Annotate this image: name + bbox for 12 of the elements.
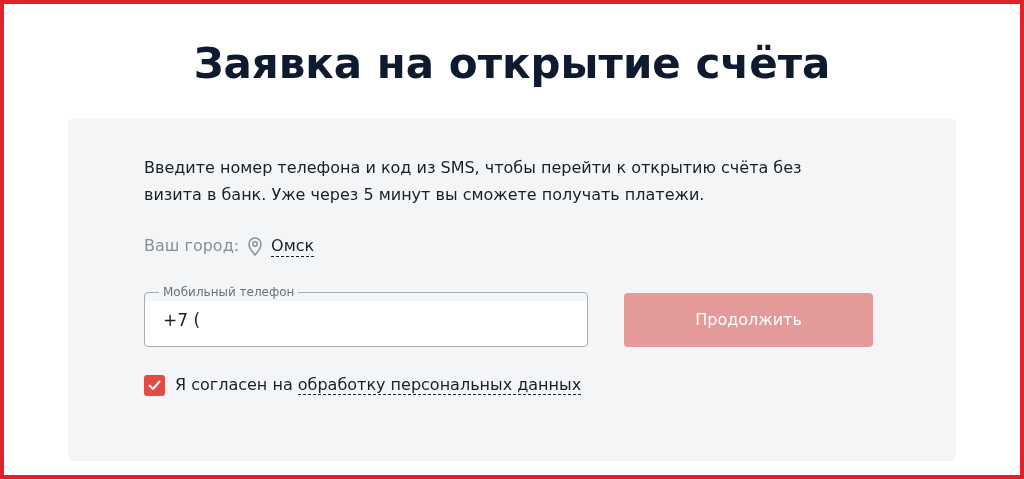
phone-value: +7 ( <box>162 309 201 333</box>
location-pin-icon <box>247 236 264 256</box>
phone-field[interactable]: Мобильный телефон +7 ( <box>144 284 588 347</box>
consent-text: Я согласен на обработку персональных данных <box>175 374 582 397</box>
field-label: Мобильный телефон <box>162 284 296 300</box>
consent-checkbox[interactable] <box>144 374 165 396</box>
city-link[interactable]: Омск <box>271 235 315 257</box>
personal-data-link[interactable]: обработку персональных данных <box>297 375 582 395</box>
intro-text: Введите номер телефона и код из SMS, чтобы перейти к открытию счёта без визита в банк. Уже через 5 минут вы сможете получать платежи. <box>144 157 803 206</box>
city-label: Ваш город: <box>144 235 240 257</box>
check-icon <box>148 380 161 390</box>
page-title: Заявка на открытие счёта <box>193 38 831 90</box>
